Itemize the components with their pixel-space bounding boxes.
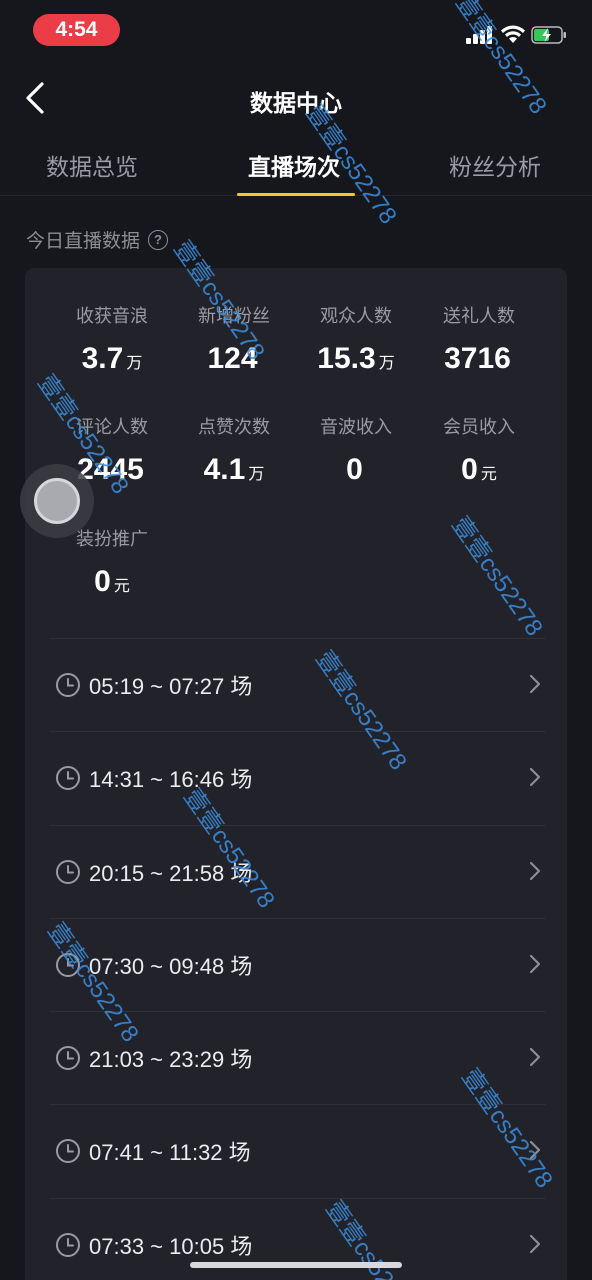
nav-bar: 数据中心: [0, 62, 592, 134]
tab-fan-analysis[interactable]: 粉丝分析: [449, 148, 541, 182]
help-icon[interactable]: ?: [148, 229, 169, 250]
stats-card: 收获音浪 3.7 万 新增粉丝 124 观众人数 15.3 万 送礼人数 3716 …: [25, 268, 567, 1280]
chevron-right-icon: [529, 1048, 541, 1067]
chevron-right-icon: [529, 1141, 541, 1160]
data-center-screen: 4:54 数据中心 数据总览 直播场次 粉丝分析 今日直播数据 ? 收获音浪 3…: [0, 0, 592, 1280]
tab-data-overview[interactable]: 数据总览: [46, 148, 138, 182]
active-tab-indicator: [237, 193, 355, 196]
tab-live-sessions[interactable]: 直播场次: [248, 148, 340, 182]
clock-icon: [56, 673, 80, 697]
stat-gift-senders: 送礼人数 3716: [443, 306, 515, 375]
clock-icon: [56, 766, 80, 791]
clock-icon: [56, 1232, 80, 1257]
chevron-right-icon: [529, 674, 541, 694]
session-row[interactable]: 14:31 ~ 16:46 场: [50, 731, 546, 824]
stat-sonic-income: 音波收入 0: [320, 417, 392, 486]
stat-sound-waves: 收获音浪 3.7 万: [76, 306, 148, 375]
chevron-right-icon: [529, 768, 541, 787]
session-row[interactable]: 07:30 ~ 09:48 场: [50, 917, 546, 1011]
stat-decoration-promotion: 装扮推广 0元: [76, 529, 148, 598]
session-list: 05:19 ~ 07:27 场 14:31 ~ 16:46 场 20:15 ~ …: [50, 638, 546, 1280]
assistive-touch-icon: [34, 478, 80, 524]
session-row[interactable]: 05:19 ~ 07:27 场: [50, 638, 546, 731]
chevron-right-icon: [529, 1234, 541, 1253]
assistive-touch-button[interactable]: [20, 464, 94, 538]
chevron-right-icon: [529, 954, 541, 973]
section-title-text: 今日直播数据: [26, 230, 141, 252]
status-bar: 4:54: [0, 0, 592, 60]
tab-bar: 数据总览 直播场次 粉丝分析: [0, 134, 592, 196]
stat-viewers: 观众人数 15.3 万: [317, 306, 395, 375]
section-title: 今日直播数据 ?: [26, 226, 169, 253]
session-row[interactable]: 20:15 ~ 21:58 场: [50, 824, 546, 918]
page-title: 数据中心: [250, 91, 342, 117]
clock-icon: [56, 1046, 80, 1071]
home-indicator[interactable]: [190, 1262, 402, 1268]
chevron-right-icon: [529, 861, 541, 880]
cellular-signal-icon: [466, 26, 494, 44]
session-row[interactable]: 07:41 ~ 11:32 场: [50, 1104, 546, 1197]
clock-icon: [56, 1139, 80, 1164]
status-time: 4:54: [33, 14, 120, 46]
clock-icon: [56, 952, 80, 977]
battery-charging-icon: [531, 26, 566, 44]
clock-icon: [56, 859, 80, 884]
stat-likes: 点赞次数 4.1 万: [198, 417, 270, 486]
stat-new-fans: 新增粉丝 124: [198, 306, 270, 375]
session-row[interactable]: 21:03 ~ 23:29 场: [50, 1011, 546, 1104]
wifi-icon: [501, 25, 525, 43]
stat-member-income: 会员收入 0元: [443, 417, 515, 486]
